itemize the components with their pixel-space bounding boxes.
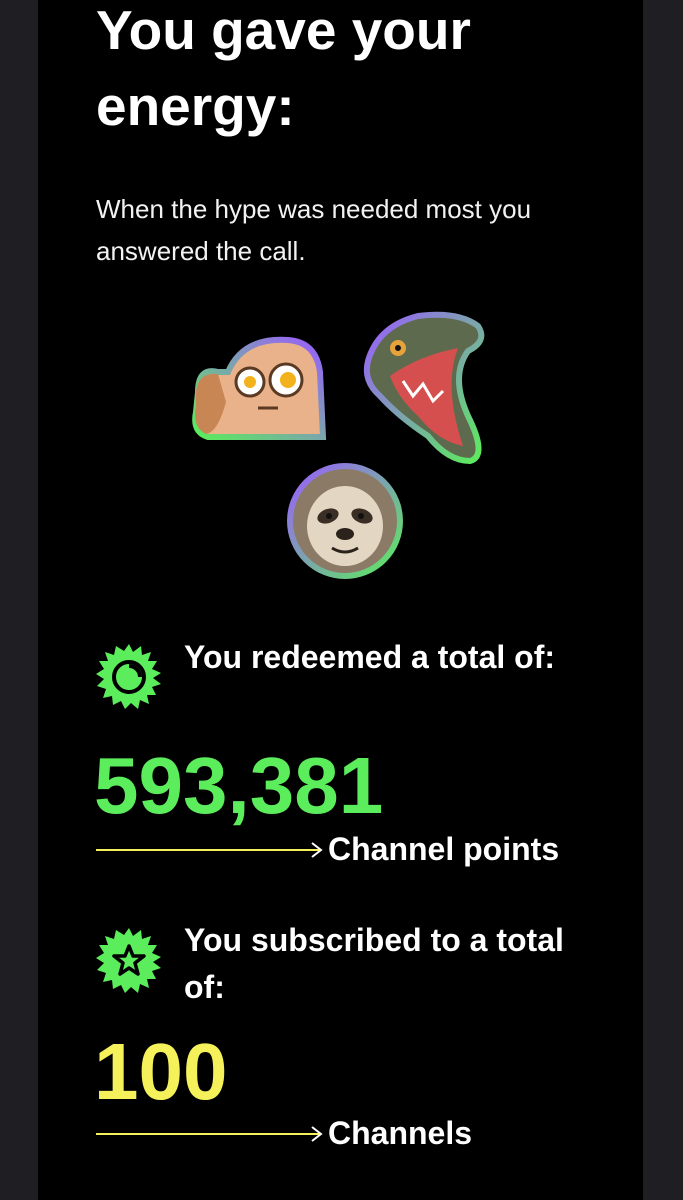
sloth-emote <box>287 463 403 579</box>
star-icon <box>96 928 161 993</box>
right-frame <box>643 0 683 1200</box>
points-arrow <box>96 842 323 858</box>
peeking-emote <box>192 336 327 440</box>
points-title: You redeemed a total of: <box>184 639 556 675</box>
recap-card: You gave your energy: When the hype was … <box>38 0 643 1200</box>
points-unit: Channel points <box>328 831 560 867</box>
subs-unit: Channels <box>328 1115 473 1151</box>
left-frame <box>0 0 38 1200</box>
points-value: 593,381 <box>94 741 384 830</box>
hype-dinosaur-emote <box>363 311 485 465</box>
subs-arrow <box>96 1126 323 1142</box>
page-title: You gave your energy: <box>96 0 471 137</box>
subs-value: 100 <box>94 1027 228 1116</box>
channel-points-icon <box>96 644 161 709</box>
recap-subtitle: When the hype was needed most you answer… <box>96 194 532 266</box>
subs-title: You subscribed to a total of: <box>184 922 564 1005</box>
